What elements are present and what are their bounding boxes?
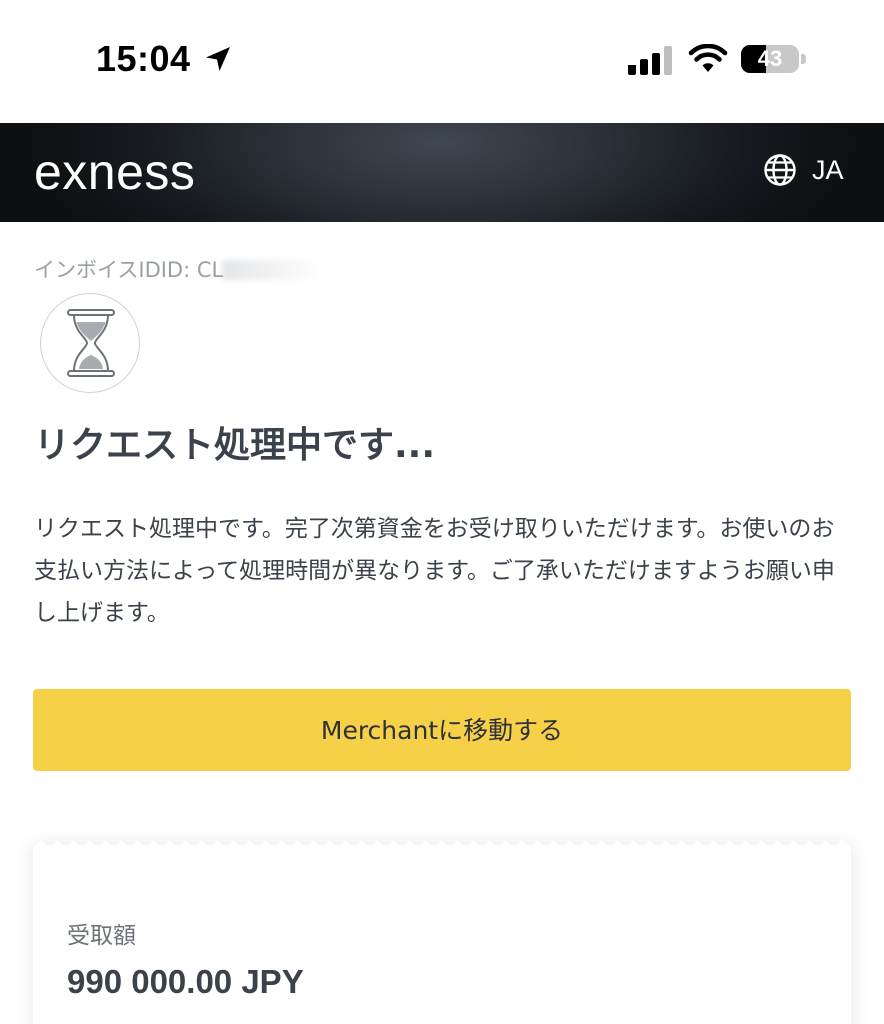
app-screen: 15:04 43 exness JA インボイスIDID: CL リクエスト処理… bbox=[0, 0, 884, 1024]
received-amount-value: 990 000.00 JPY bbox=[67, 963, 304, 1000]
cellular-signal-icon bbox=[628, 46, 672, 75]
language-selector[interactable]: JA bbox=[812, 154, 844, 186]
battery-level: 43 bbox=[757, 46, 783, 71]
invoice-id-label: インボイスID bbox=[34, 258, 161, 282]
wifi-icon bbox=[688, 44, 728, 72]
page-title: リクエスト処理中です... bbox=[34, 425, 436, 466]
battery-cap bbox=[801, 54, 806, 64]
hourglass-icon bbox=[67, 309, 115, 377]
battery-icon: 43 bbox=[741, 45, 806, 73]
status-bar: 15:04 43 bbox=[0, 0, 884, 123]
received-amount-label: 受取額 bbox=[67, 923, 136, 949]
globe-icon[interactable] bbox=[763, 153, 797, 187]
app-header: exness JA bbox=[0, 123, 884, 222]
invoice-id-redaction bbox=[222, 260, 322, 280]
battery-body: 43 bbox=[741, 45, 799, 73]
go-to-merchant-button[interactable]: Merchantに移動する bbox=[33, 689, 851, 771]
receipt-zigzag-edge bbox=[33, 840, 851, 848]
exness-logo[interactable]: exness bbox=[34, 144, 195, 200]
zigzag-path bbox=[33, 840, 851, 848]
status-icon-circle bbox=[40, 293, 140, 393]
location-arrow-icon bbox=[206, 47, 230, 71]
invoice-id-value: ID: CL bbox=[160, 258, 224, 282]
status-time: 15:04 bbox=[96, 38, 191, 79]
processing-description: リクエスト処理中です。完了次第資金をお受け取りいただけます。お使いのお支払い方法… bbox=[34, 516, 835, 626]
invoice-id: インボイスIDID: CL bbox=[34, 256, 223, 284]
